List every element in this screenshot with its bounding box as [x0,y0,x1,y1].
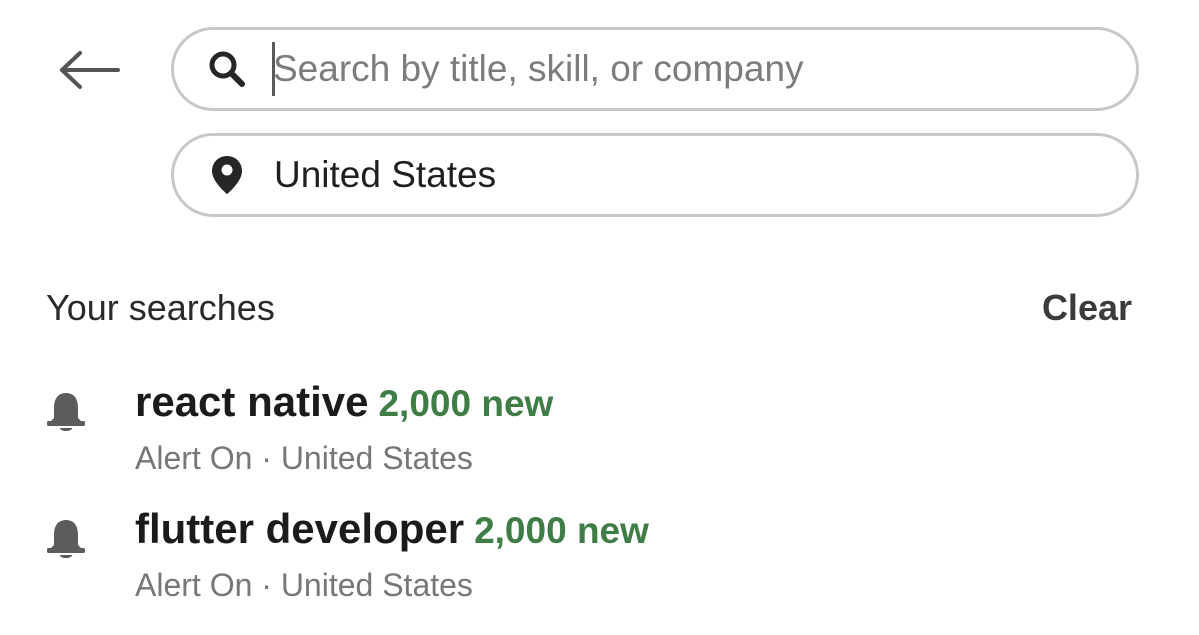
saved-search-title-row: flutter developer 2,000 new [135,505,649,553]
saved-search-title-row: react native 2,000 new [135,378,553,426]
bell-icon [47,520,85,558]
clear-button[interactable]: Clear [1042,287,1132,329]
meta-separator: · [261,567,272,603]
new-results-count: 2,000 new [474,510,649,551]
bell-icon [47,393,85,431]
meta-separator: · [261,440,272,476]
location-field[interactable]: United States [171,133,1139,217]
alert-status: Alert On [135,567,253,603]
location-pin-icon [204,152,250,198]
your-searches-header: Your searches Clear [46,287,1132,329]
new-results-count: 2,000 new [378,383,554,424]
search-field[interactable] [171,27,1139,111]
job-search-screen: United States Your searches Clear react … [0,0,1199,635]
back-button[interactable] [52,40,124,100]
alert-status: Alert On [135,440,253,476]
saved-search-meta: Alert On · United States [135,440,473,477]
section-title: Your searches [46,287,275,328]
saved-search-query: flutter developer [135,505,465,552]
search-input[interactable] [273,39,1093,99]
saved-search-item[interactable]: react native 2,000 new Alert On · United … [46,378,1146,488]
saved-search-location: United States [280,567,473,603]
arrow-left-icon [60,51,120,89]
saved-search-meta: Alert On · United States [135,567,473,604]
search-icon [204,46,250,92]
location-value[interactable]: United States [274,154,496,196]
saved-search-item[interactable]: flutter developer 2,000 new Alert On · Un… [46,505,1146,615]
saved-search-query: react native [135,378,369,425]
saved-search-location: United States [280,440,473,476]
